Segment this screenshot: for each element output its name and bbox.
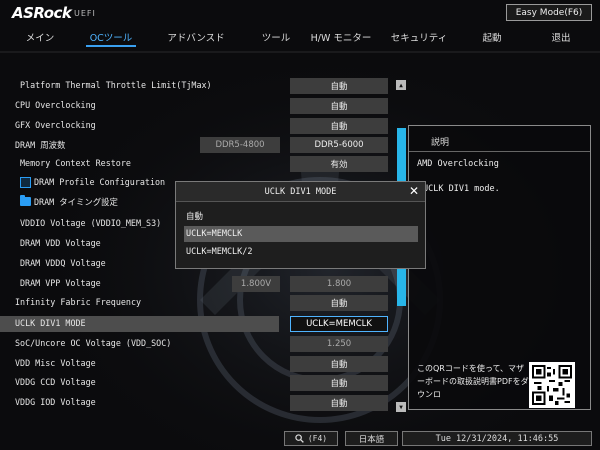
setting-label: DRAM VPP Voltage — [20, 278, 101, 288]
tab-main[interactable]: メイン — [0, 28, 80, 46]
submenu-label: DRAM タイミング設定 — [34, 197, 118, 207]
tab-oc-tweaker[interactable]: OCツール — [80, 28, 142, 47]
search-key-label: (F4) — [307, 434, 328, 443]
tab-tool[interactable]: ツール — [250, 28, 302, 46]
asrock-logo: ASRock — [12, 4, 72, 22]
uefi-label: UEFI — [74, 9, 96, 18]
tab-hw-monitor[interactable]: H/W モニター — [302, 28, 380, 46]
dialog-option-uclk-memclk-half[interactable]: UCLK=MEMCLK/2 — [184, 244, 418, 260]
setting-value[interactable]: 自動 — [290, 78, 388, 94]
main-tabs: メイン OCツール アドバンスド ツール H/W モニター セキュリティ 起動 … — [0, 28, 600, 50]
setting-label: VDD Misc Voltage — [15, 358, 96, 368]
scroll-down-arrow-icon[interactable]: ▼ — [396, 402, 406, 412]
description-divider — [409, 151, 590, 152]
setting-value[interactable]: 1.250 — [290, 336, 388, 352]
search-button[interactable]: (F4) — [284, 431, 338, 446]
setting-row[interactable]: Memory Context Restore 有効 — [0, 155, 400, 173]
setting-row[interactable]: SoC/Uncore OC Voltage (VDD_SOC) 1.250 — [0, 335, 400, 353]
tab-advanced[interactable]: アドバンスド — [142, 28, 250, 46]
tab-boot[interactable]: 起動 — [458, 28, 526, 46]
easy-mode-button[interactable]: Easy Mode(F6) — [506, 4, 592, 21]
close-icon[interactable]: ✕ — [404, 182, 424, 200]
setting-row[interactable]: VDD Misc Voltage 自動 — [0, 355, 400, 373]
datetime-display: Tue 12/31/2024, 11:46:55 — [402, 431, 592, 446]
setting-row[interactable]: Infinity Fabric Frequency 自動 — [0, 294, 400, 312]
setting-value[interactable]: UCLK=MEMCLK — [290, 316, 388, 332]
setting-row[interactable]: Platform Thermal Throttle Limit(TjMax) 自… — [0, 77, 400, 95]
tab-exit[interactable]: 退出 — [526, 28, 596, 46]
description-title: 説明 — [431, 138, 450, 148]
dialog-title: UCLK DIV1 MODE — [176, 182, 425, 202]
setting-current-value: DDR5-4800 — [200, 137, 280, 153]
uclk-div1-mode-dialog: UCLK DIV1 MODE 自動 UCLK=MEMCLK UCLK=MEMCL… — [175, 181, 426, 269]
setting-value[interactable]: 1.800 — [290, 276, 388, 292]
setting-label: SoC/Uncore OC Voltage (VDD_SOC) — [15, 338, 172, 348]
folder-icon — [20, 195, 31, 206]
setting-label: DRAM VDDQ Voltage — [20, 258, 106, 268]
scroll-up-arrow-icon[interactable]: ▲ — [396, 80, 406, 90]
setting-row[interactable]: VDDG CCD Voltage 自動 — [0, 374, 400, 392]
qr-caption: このQRコードを使って、マザーボードの取扱説明書PDFをダウンロ — [417, 364, 529, 399]
description-heading: AMD Overclocking — [417, 159, 499, 169]
setting-label: GFX Overclocking — [15, 120, 96, 130]
setting-current-value: 1.800V — [232, 276, 280, 292]
footer: (F4) 日本語 Tue 12/31/2024, 11:46:55 — [0, 428, 600, 450]
setting-row[interactable]: GFX Overclocking 自動 — [0, 117, 400, 135]
setting-value[interactable]: 自動 — [290, 118, 388, 134]
search-icon — [295, 434, 304, 443]
setting-value[interactable]: 自動 — [290, 98, 388, 114]
setting-label: CPU Overclocking — [15, 100, 96, 110]
language-button[interactable]: 日本語 — [345, 431, 398, 446]
submenu-label: DRAM Profile Configuration — [34, 177, 166, 187]
dialog-option-auto[interactable]: 自動 — [184, 208, 418, 224]
dialog-option-uclk-memclk[interactable]: UCLK=MEMCLK — [184, 226, 418, 242]
setting-row[interactable]: CPU Overclocking 自動 — [0, 97, 400, 115]
setting-value[interactable]: DDR5-6000 — [290, 137, 388, 153]
description-text: UCLK DIV1 mode. — [423, 184, 500, 194]
description-panel: 説明 AMD Overclocking UCLK DIV1 mode. このQR… — [408, 125, 591, 410]
setting-label: VDDG CCD Voltage — [15, 377, 96, 387]
setting-label: DRAM 周波数 — [15, 140, 66, 150]
setting-label: VDDG IOD Voltage — [15, 397, 96, 407]
memory-chip-icon — [20, 177, 31, 188]
setting-value[interactable]: 自動 — [290, 295, 388, 311]
header: ASRock UEFI Easy Mode(F6) — [0, 0, 600, 28]
setting-label: Memory Context Restore — [20, 158, 131, 168]
setting-row[interactable]: DRAM VPP Voltage 1.800V 1.800 — [0, 275, 400, 293]
setting-row-selected[interactable]: UCLK DIV1 MODE UCLK=MEMCLK — [0, 315, 400, 333]
setting-label: Platform Thermal Throttle Limit(TjMax) — [20, 80, 212, 90]
qr-code-icon — [529, 362, 575, 408]
setting-label: VDDIO Voltage (VDDIO_MEM_S3) — [20, 218, 162, 228]
setting-value[interactable]: 自動 — [290, 375, 388, 391]
setting-row[interactable]: DRAM 周波数 DDR5-4800 DDR5-6000 — [0, 136, 400, 154]
setting-label: DRAM VDD Voltage — [20, 238, 101, 248]
setting-label: UCLK DIV1 MODE — [15, 318, 86, 328]
setting-value[interactable]: 有効 — [290, 156, 388, 172]
setting-row[interactable]: VDDG IOD Voltage 自動 — [0, 394, 400, 412]
tab-security[interactable]: セキュリティ — [380, 28, 458, 46]
setting-value[interactable]: 自動 — [290, 356, 388, 372]
setting-value[interactable]: 自動 — [290, 395, 388, 411]
setting-label: Infinity Fabric Frequency — [15, 297, 142, 307]
